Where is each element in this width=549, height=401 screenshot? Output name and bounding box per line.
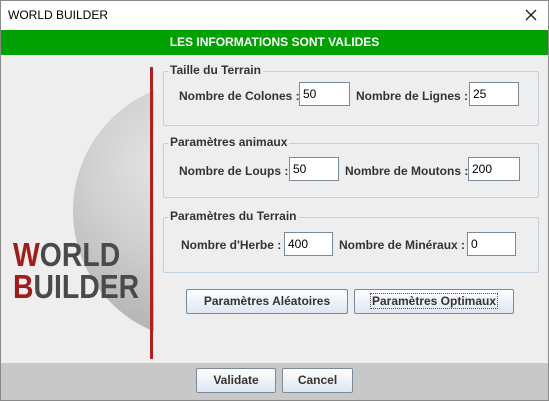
terrain-params-group: Paramètres du Terrain Nombre d'Herbe : N… [163,209,539,273]
grass-label: Nombre d'Herbe : [181,238,282,252]
optimal-params-button[interactable]: Paramètres Optimaux [354,289,514,314]
minerals-field[interactable] [467,232,516,256]
minerals-label: Nombre de Minéraux : [339,238,466,252]
status-banner: LES INFORMATIONS SONT VALIDES [1,30,548,55]
rows-field[interactable] [469,82,519,106]
terrain-params-legend: Paramètres du Terrain [168,209,299,223]
rows-label: Nombre de Lignes : [356,89,469,103]
sheep-label: Nombre de Moutons : [345,164,469,178]
window-title: WORLD BUILDER [8,8,109,22]
animals-legend: Paramètres animaux [168,135,290,149]
cancel-button[interactable]: Cancel [282,368,353,393]
random-params-button[interactable]: Paramètres Aléatoires [186,289,348,314]
animals-group: Paramètres animaux Nombre de Loups : Nom… [163,135,539,198]
wolves-label: Nombre de Loups : [179,164,289,178]
sheep-field[interactable] [468,157,520,181]
grass-field[interactable] [284,232,333,256]
logo-panel: WORLD BUILDER [1,55,154,363]
wolves-field[interactable] [289,157,339,181]
close-icon[interactable] [522,6,540,24]
columns-field[interactable] [299,82,350,106]
footer-bar: Validate Cancel [1,363,548,400]
title-bar: WORLD BUILDER [1,1,548,30]
validate-button[interactable]: Validate [196,368,276,393]
terrain-size-legend: Taille du Terrain [168,63,263,77]
columns-label: Nombre de Colones : [179,89,300,103]
terrain-size-group: Taille du Terrain Nombre de Colones : No… [163,63,539,126]
world-builder-window: WORLD BUILDER LES INFORMATIONS SONT VALI… [0,0,549,401]
world-builder-logo: WORLD BUILDER [13,236,140,305]
divider-line [150,67,153,359]
